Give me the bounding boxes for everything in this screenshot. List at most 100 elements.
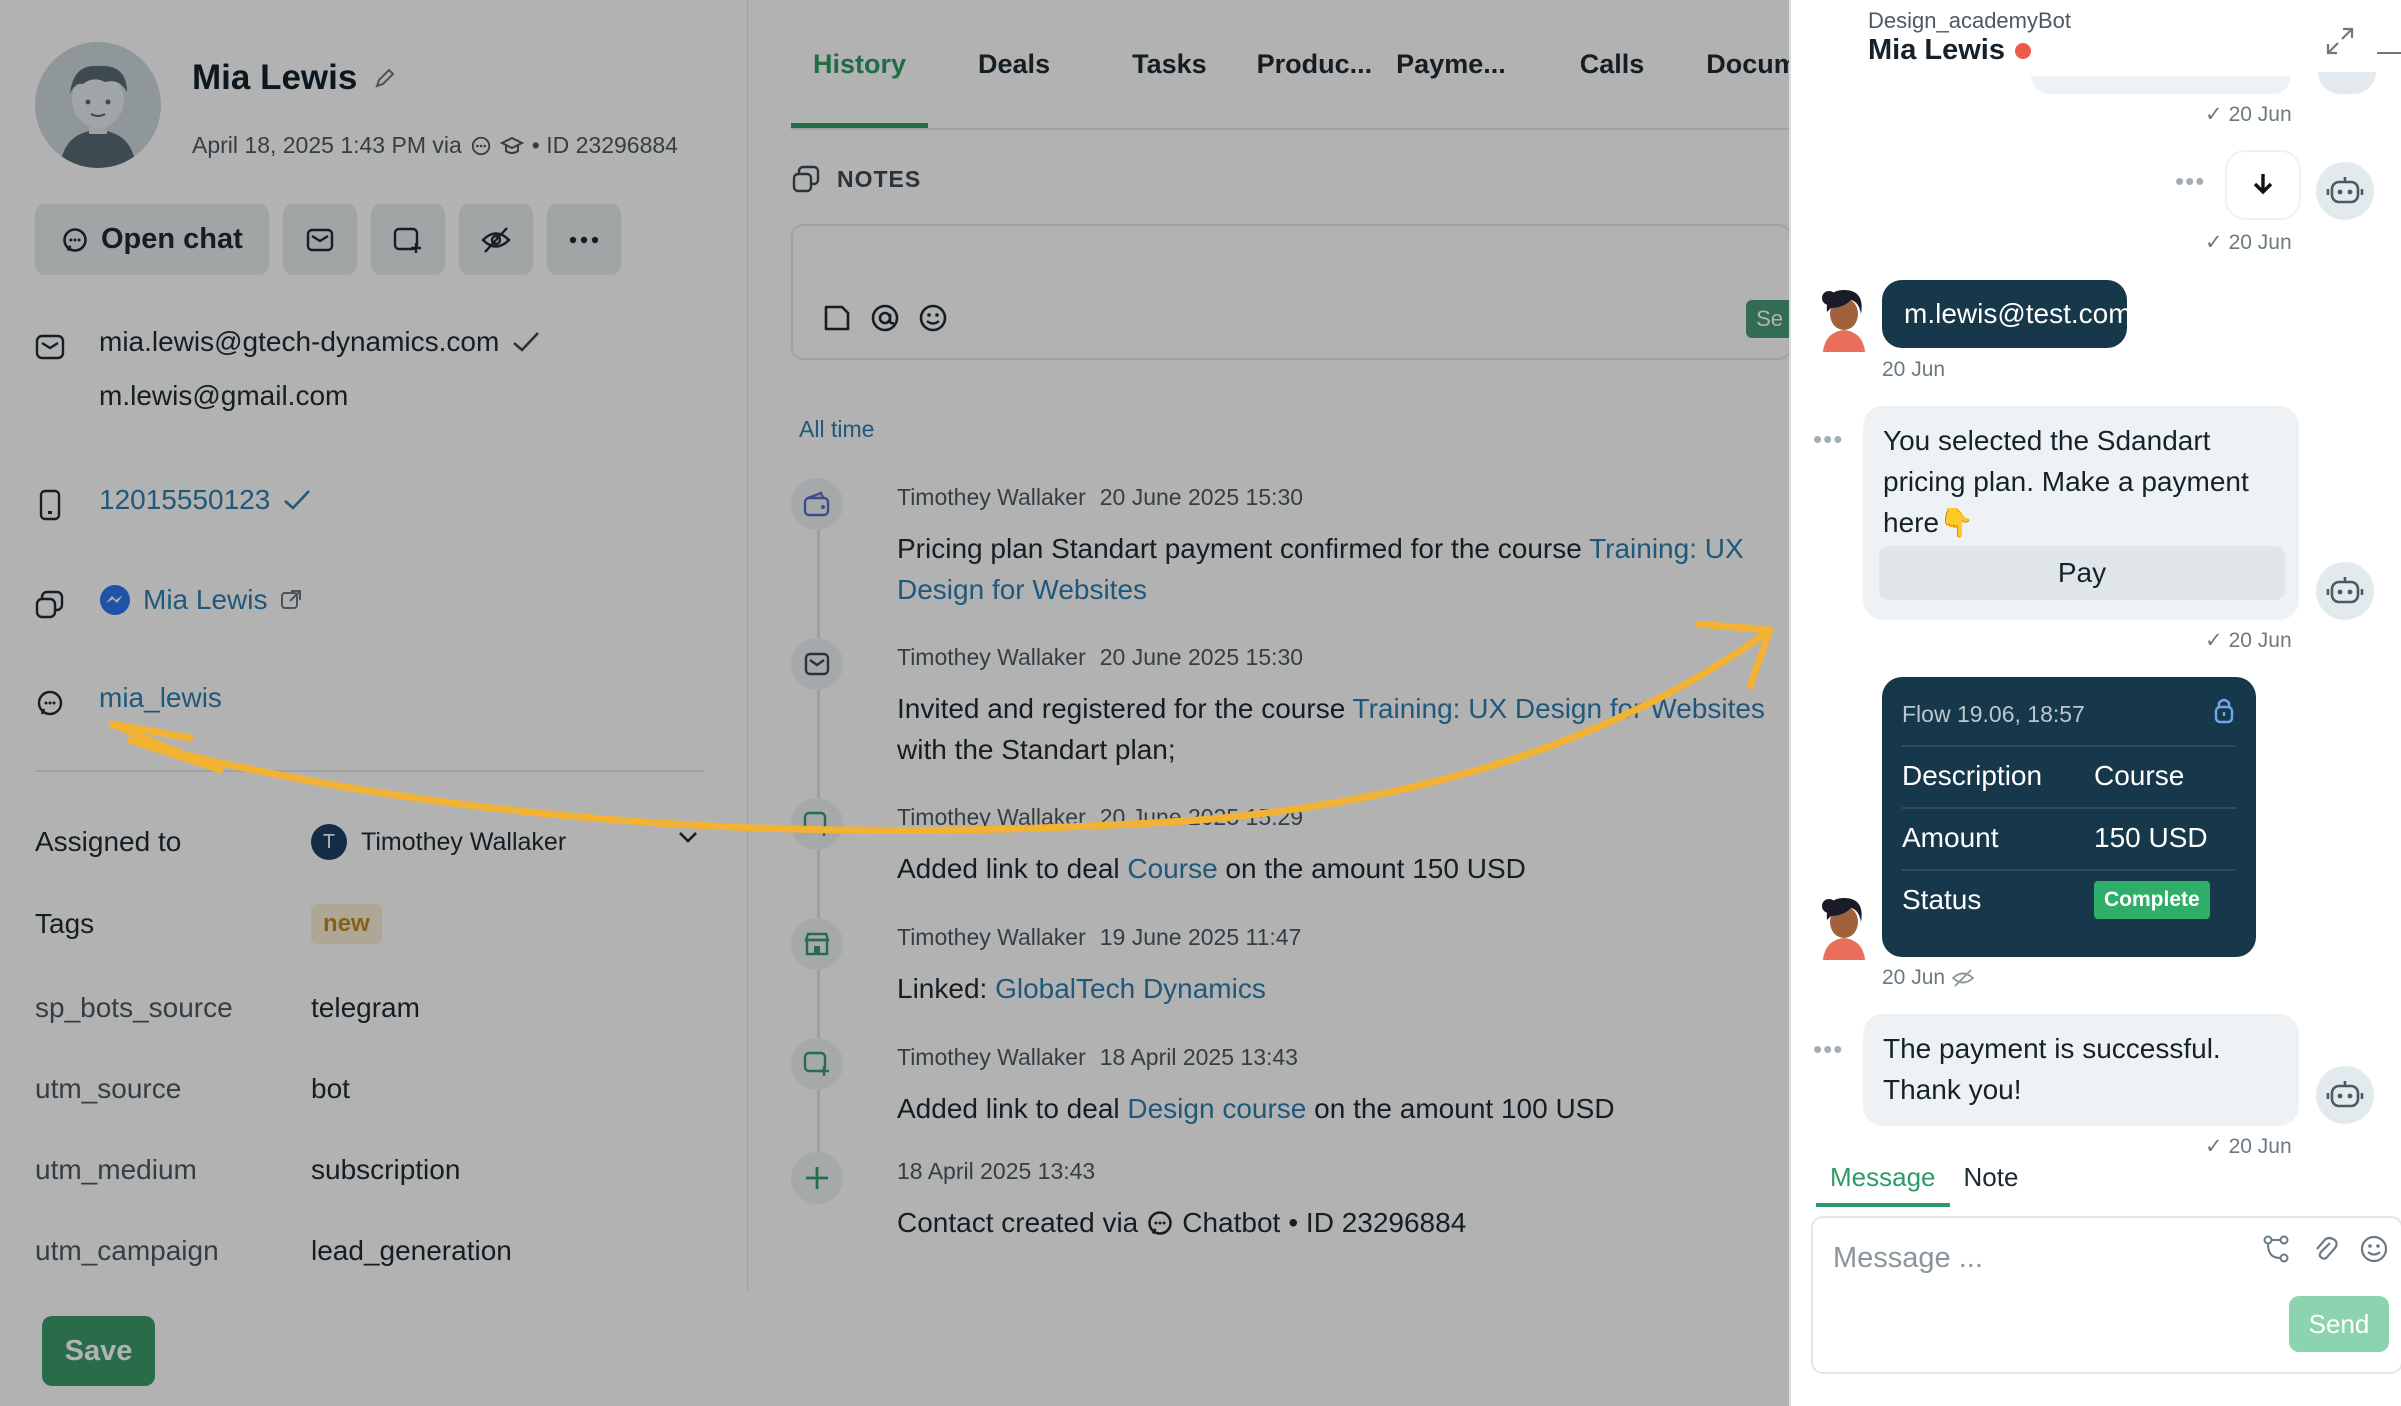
status-dot xyxy=(2015,42,2031,59)
emoji-icon[interactable] xyxy=(2359,1234,2389,1264)
message-composer: Send xyxy=(1811,1216,2401,1374)
timeline-text-part: Pricing plan Standart payment confirmed … xyxy=(897,533,1590,564)
paperclip-icon[interactable] xyxy=(2311,1234,2339,1264)
field-value[interactable]: bot xyxy=(311,1073,350,1105)
tab-payments[interactable]: Payme... xyxy=(1374,0,1528,128)
tab-calls[interactable]: Calls xyxy=(1558,0,1667,128)
bot-message-text: The payment is successful. Thank you! xyxy=(1883,1033,2221,1105)
external-link-icon[interactable] xyxy=(279,588,303,612)
open-chat-label: Open chat xyxy=(101,223,243,255)
download-attachment[interactable] xyxy=(2227,152,2299,218)
secondary-email[interactable]: m.lewis@gmail.com xyxy=(99,380,348,412)
field-value[interactable]: lead_generation xyxy=(311,1235,512,1267)
message-menu-icon[interactable]: ••• xyxy=(2175,166,2205,197)
assignee-name: Timothey Wallaker xyxy=(361,827,567,856)
timeline-date: 18 April 2025 13:43 xyxy=(1099,1044,1298,1070)
attach-file-icon[interactable] xyxy=(821,302,853,334)
tab-tasks[interactable]: Tasks xyxy=(1110,0,1229,128)
lock-icon xyxy=(2212,695,2236,725)
timeline-author: Timothey Wallaker xyxy=(897,804,1086,830)
tab-history[interactable]: History xyxy=(791,0,929,128)
read-check-icon: ✓ xyxy=(2205,231,2223,254)
contact-name-text: Mia Lewis xyxy=(192,58,358,97)
primary-email[interactable]: mia.lewis@gtech-dynamics.com xyxy=(99,326,499,358)
pay-button[interactable]: Pay xyxy=(1879,546,2285,600)
chat-user-name: Mia Lewis xyxy=(1868,34,2031,67)
username-link[interactable]: mia_lewis xyxy=(99,682,222,714)
chevron-down-icon[interactable] xyxy=(677,830,699,844)
field-label: utm_campaign xyxy=(35,1235,219,1266)
tab-products[interactable]: Produc... xyxy=(1235,0,1395,128)
mention-icon[interactable] xyxy=(869,302,901,334)
timeline-text: Added link to deal Course on the amount … xyxy=(897,848,1797,889)
message-menu-icon[interactable]: ••• xyxy=(1813,424,1843,455)
message-input[interactable] xyxy=(1833,1238,2253,1278)
email-action-button[interactable] xyxy=(282,204,357,275)
robot-icon xyxy=(2326,177,2364,204)
notes-save-button[interactable]: Se xyxy=(1746,300,1793,338)
timeline-text-part: Linked: xyxy=(897,973,996,1004)
chat-bot-name: Design_academyBot xyxy=(1868,8,2072,33)
assignee-select[interactable]: T Timothey Wallaker xyxy=(311,824,566,860)
course-link[interactable]: Training: UX Design for Websites xyxy=(1353,693,1765,724)
timestamp-text: 20 Jun xyxy=(2228,628,2292,652)
messenger-icon xyxy=(100,585,130,615)
timeline-contact-id: • ID 23296884 xyxy=(1288,1207,1467,1238)
read-check-icon: ✓ xyxy=(2205,103,2223,126)
timeline-header: Timothey Wallaker 20 June 2025 15:30 xyxy=(897,484,1303,511)
flow-icon[interactable] xyxy=(2261,1234,2291,1264)
edit-name-icon[interactable] xyxy=(373,66,397,90)
flow-row: Description Course xyxy=(1902,745,2236,805)
field-label: utm_source xyxy=(35,1073,182,1104)
message-menu-icon[interactable]: ••• xyxy=(1813,1034,1843,1065)
minimize-icon[interactable] xyxy=(2377,52,2401,54)
field-row: sp_bots_source telegram xyxy=(35,992,705,1024)
hide-contact-button[interactable] xyxy=(458,204,533,275)
timeline-text: Contact created via Chatbot • ID 2329688… xyxy=(897,1202,1797,1243)
timeline-text-part: Added link to deal xyxy=(897,1093,1128,1124)
field-value[interactable]: subscription xyxy=(311,1154,460,1186)
emoji-icon[interactable] xyxy=(917,302,949,334)
bot-message-text: You selected the Sdandart pricing plan. … xyxy=(1883,425,2249,538)
add-deal-button[interactable] xyxy=(370,204,445,275)
send-button[interactable]: Send xyxy=(2289,1296,2389,1352)
flow-row: Amount 150 USD xyxy=(1902,807,2236,867)
timeline-date: 18 April 2025 13:43 xyxy=(897,1158,1096,1184)
flow-card[interactable]: Flow 19.06, 18:57 Description Course Amo… xyxy=(1882,677,2256,957)
flow-key: Status xyxy=(1902,884,1982,915)
message-timestamp: 20 Jun xyxy=(1882,966,1975,990)
timeline-text: Added link to deal Design course on the … xyxy=(897,1088,1797,1129)
field-value[interactable]: telegram xyxy=(311,992,420,1024)
mail-icon xyxy=(35,334,65,360)
contact-avatar xyxy=(35,42,161,168)
tag-badge[interactable]: new xyxy=(311,904,382,944)
download-arrow-icon xyxy=(2253,174,2273,195)
chatbot-source-icon xyxy=(470,135,492,157)
tab-deals[interactable]: Deals xyxy=(956,0,1072,128)
messenger-name[interactable]: Mia Lewis xyxy=(143,584,267,616)
time-filter[interactable]: All time xyxy=(799,416,874,443)
user-message-bubble: m.lewis@test.com xyxy=(1882,280,2132,348)
deal-link[interactable]: Design course xyxy=(1127,1093,1306,1124)
more-actions-button[interactable] xyxy=(546,204,621,275)
tab-message[interactable]: Message xyxy=(1816,1162,1950,1207)
field-row: utm_campaign lead_generation xyxy=(35,1235,705,1267)
open-chat-button[interactable]: Open chat xyxy=(35,204,269,275)
flow-value: 150 USD xyxy=(2094,822,2208,853)
timeline-text-tail: on the amount 100 USD xyxy=(1306,1093,1615,1124)
expand-icon[interactable] xyxy=(2325,26,2355,56)
deal-link[interactable]: Course xyxy=(1127,853,1217,884)
tab-note[interactable]: Note xyxy=(1950,1162,2033,1207)
timeline-text-tail: on the amount 150 USD xyxy=(1217,853,1526,884)
save-button[interactable]: Save xyxy=(42,1316,155,1386)
add-deal-icon xyxy=(393,227,421,253)
chat-panel: Design_academyBot Mia Lewis ✓ 20 Jun ••• … xyxy=(1789,0,2401,1406)
composer-toolbar xyxy=(2261,1234,2389,1264)
more-dots-icon xyxy=(569,236,599,243)
composer-tabs: Message Note xyxy=(1816,1162,2032,1207)
notes-header: NOTES xyxy=(791,164,921,194)
notes-input[interactable]: Se xyxy=(791,224,1793,360)
company-link[interactable]: GlobalTech Dynamics xyxy=(995,973,1266,1004)
phone-number[interactable]: 12015550123 xyxy=(99,484,270,516)
notes-toolbar xyxy=(821,302,949,334)
